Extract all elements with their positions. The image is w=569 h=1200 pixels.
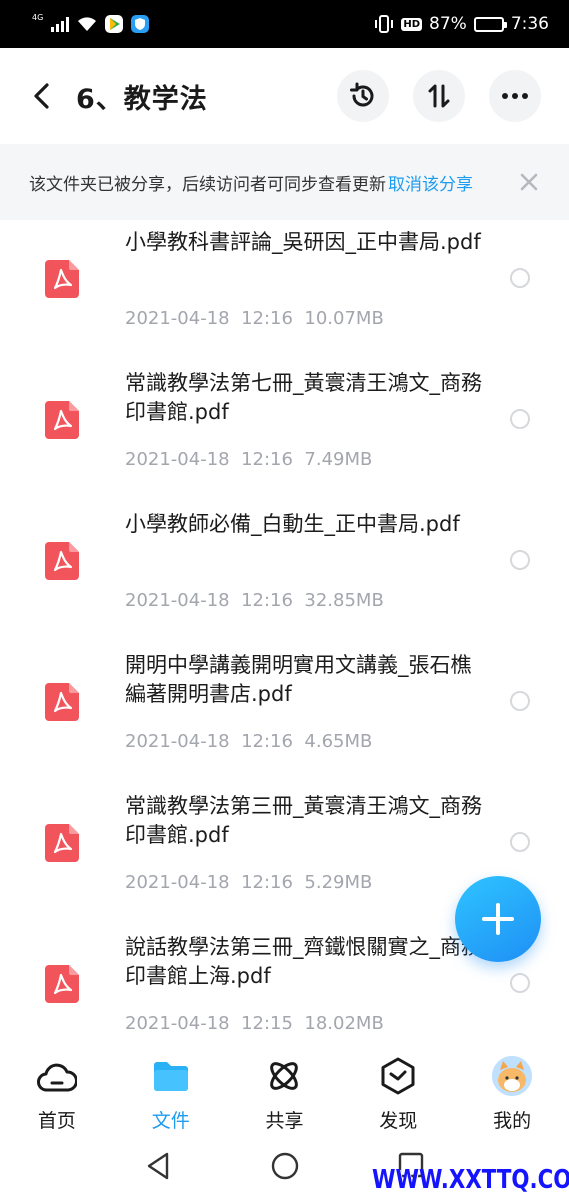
history-icon (350, 82, 374, 107)
select-radio[interactable] (510, 409, 530, 429)
header: 6、教学法 (0, 48, 569, 144)
file-size: 5.29MB (304, 872, 373, 893)
file-date: 2021-04-18 (125, 731, 230, 752)
file-meta: 2021-04-18 12:16 7.49MB (125, 449, 372, 470)
file-time: 12:16 (241, 308, 293, 329)
pdf-file-icon (45, 824, 79, 862)
file-meta: 2021-04-18 12:15 18.02MB (125, 1013, 384, 1034)
file-meta: 2021-04-18 12:16 32.85MB (125, 590, 384, 611)
add-fab-button[interactable] (455, 876, 541, 962)
cancel-share-link[interactable]: 取消该分享 (388, 170, 473, 195)
file-size: 32.85MB (304, 590, 384, 611)
hd-badge: HD (401, 17, 423, 31)
file-size: 18.02MB (304, 1013, 384, 1034)
select-radio[interactable] (510, 973, 530, 993)
file-date: 2021-04-18 (125, 1013, 230, 1034)
file-size: 10.07MB (304, 308, 384, 329)
file-size: 7.49MB (304, 449, 373, 470)
atom-share-icon (264, 1056, 304, 1096)
vibrate-icon (375, 15, 394, 33)
file-row[interactable]: 小學教師必備_白動生_正中書局.pdf 2021-04-18 12:16 32.8… (0, 510, 569, 651)
file-name: 說話教學法第三冊_齊鐵恨關實之_商務印書館上海.pdf (125, 935, 482, 988)
file-date: 2021-04-18 (125, 872, 230, 893)
file-time: 12:15 (241, 1013, 293, 1034)
banner-text: 该文件夹已被分享，后续访问者可同步查看更新 (29, 174, 386, 195)
play-store-icon (105, 15, 124, 33)
tab-discover[interactable]: 发现 (341, 1038, 455, 1138)
tab-home[interactable]: 首页 (0, 1038, 114, 1138)
status-right: HD 87% 7:36 (374, 14, 549, 34)
sort-button[interactable] (413, 70, 465, 122)
file-time: 12:16 (241, 872, 293, 893)
file-name: 小學教師必備_白動生_正中書局.pdf (125, 512, 460, 536)
header-actions (337, 70, 541, 122)
bottom-tab-bar: 首页 文件 共享 发现 我的 (0, 1038, 569, 1138)
file-time: 12:16 (241, 590, 293, 611)
discover-hexagon-icon (378, 1056, 418, 1096)
tab-label: 我的 (493, 1110, 532, 1132)
file-meta: 2021-04-18 12:16 5.29MB (125, 872, 372, 893)
file-date: 2021-04-18 (125, 449, 230, 470)
select-radio[interactable] (510, 550, 530, 570)
tab-share[interactable]: 共享 (228, 1038, 342, 1138)
pdf-file-icon (45, 260, 79, 298)
file-row[interactable]: 開明中學講義開明實用文講義_張石樵編著開明書店.pdf 2021-04-18 12… (0, 651, 569, 792)
select-radio[interactable] (510, 832, 530, 852)
tab-files[interactable]: 文件 (114, 1038, 228, 1138)
wifi-icon (78, 17, 97, 31)
signal-icon (51, 16, 70, 32)
history-button[interactable] (337, 70, 389, 122)
page-title: 6、教学法 (76, 83, 208, 115)
file-date: 2021-04-18 (125, 590, 230, 611)
network-type: 4G (32, 13, 44, 22)
file-row[interactable]: 常識教學法第七冊_黃寰清王鴻文_商務印書館.pdf 2021-04-18 12:1… (0, 369, 569, 510)
file-size: 4.65MB (304, 731, 373, 752)
pdf-file-icon (45, 965, 79, 1003)
banner-close-button[interactable] (517, 170, 541, 194)
battery-icon (473, 16, 507, 32)
shield-app-icon (131, 15, 150, 33)
pdf-file-icon (45, 401, 79, 439)
share-notice-banner: 该文件夹已被分享，后续访问者可同步查看更新 取消该分享 (0, 144, 569, 220)
file-name: 常識教學法第七冊_黃寰清王鴻文_商務印書館.pdf (125, 371, 482, 424)
nav-home-icon[interactable] (271, 1152, 299, 1180)
file-time: 12:16 (241, 731, 293, 752)
clock: 7:36 (510, 14, 549, 34)
close-icon (520, 173, 538, 191)
file-name: 小學教科書評論_吳研因_正中書局.pdf (125, 230, 481, 254)
status-left: 4G (32, 13, 150, 33)
battery-percent: 87% (429, 14, 467, 34)
status-bar: 4G HD 87% 7:36 (0, 0, 569, 48)
cloud-home-icon (36, 1056, 77, 1096)
pdf-file-icon (45, 683, 79, 721)
watermark-text: WWW.XXTTQ.COM (372, 1165, 569, 1195)
select-radio[interactable] (510, 691, 530, 711)
folder-icon (151, 1056, 191, 1096)
file-name: 常識教學法第三冊_黃寰清王鴻文_商務印書館.pdf (125, 794, 482, 847)
select-radio[interactable] (510, 268, 530, 288)
file-row[interactable]: 小學教科書評論_吳研因_正中書局.pdf 2021-04-18 12:16 10.… (0, 228, 569, 369)
file-name: 開明中學講義開明實用文講義_張石樵編著開明書店.pdf (125, 653, 472, 706)
pdf-file-icon (45, 542, 79, 580)
tab-me[interactable]: 我的 (455, 1038, 569, 1138)
plus-icon (482, 903, 514, 935)
file-meta: 2021-04-18 12:16 4.65MB (125, 731, 372, 752)
back-button[interactable] (20, 74, 64, 118)
more-icon (502, 93, 528, 99)
file-date: 2021-04-18 (125, 308, 230, 329)
nav-back-icon[interactable] (146, 1152, 170, 1180)
tab-label: 发现 (379, 1110, 418, 1132)
tab-label: 共享 (265, 1110, 304, 1132)
tab-label: 首页 (37, 1110, 76, 1132)
tab-label: 文件 (151, 1110, 190, 1132)
more-button[interactable] (489, 70, 541, 122)
avatar-icon (492, 1056, 533, 1096)
file-time: 12:16 (241, 449, 293, 470)
sort-icon (428, 84, 450, 108)
back-icon (34, 83, 49, 109)
file-meta: 2021-04-18 12:16 10.07MB (125, 308, 384, 329)
